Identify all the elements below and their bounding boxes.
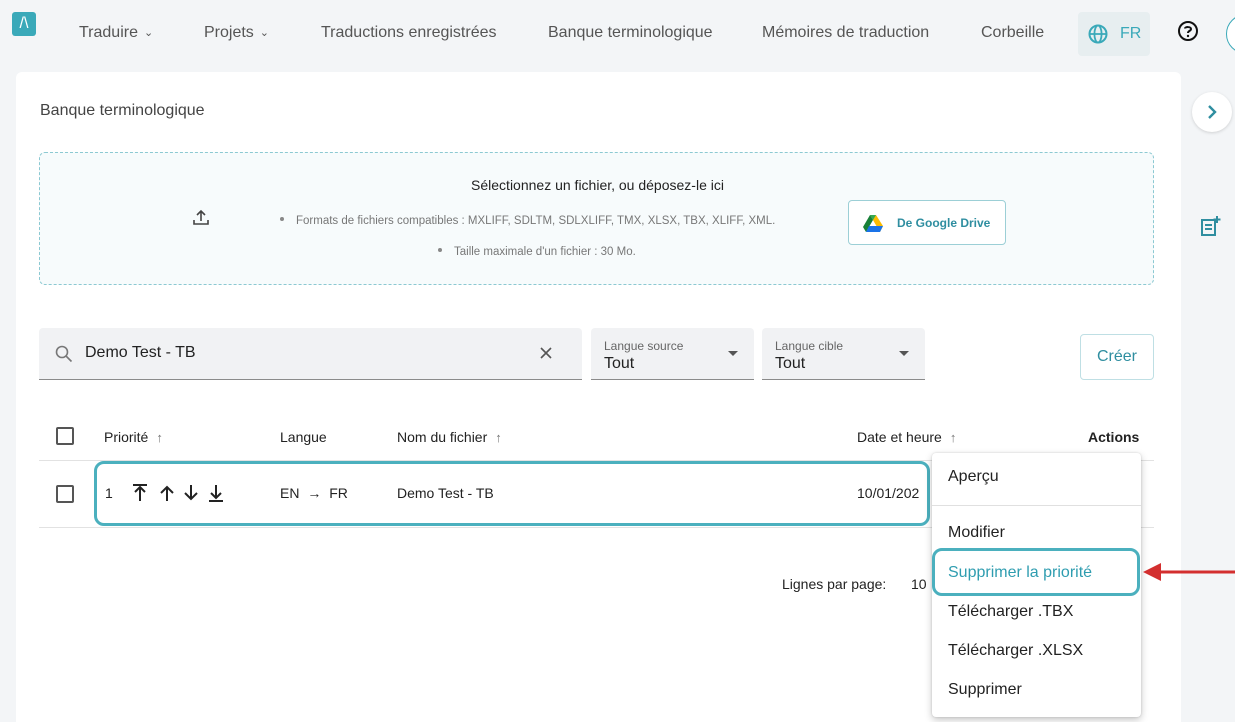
nav-item-corbeille[interactable]: Corbeille: [981, 24, 1044, 42]
expand-panel-button[interactable]: [1192, 92, 1232, 132]
upload-title: Sélectionnez un fichier, ou déposez-le i…: [471, 177, 724, 193]
nav-item-banque-terminologique[interactable]: Banque terminologique: [548, 24, 713, 42]
menu-item-supprimer-priorite[interactable]: Supprimer la priorité: [948, 564, 1092, 582]
search-input[interactable]: Demo Test - TB: [85, 344, 196, 362]
help-circle-icon[interactable]: [1177, 20, 1199, 42]
column-header-datetime[interactable]: Date et heure ↑: [857, 429, 956, 445]
create-button[interactable]: Créer: [1080, 334, 1154, 380]
sort-arrow-icon: ↑: [156, 430, 163, 445]
chevron-right-icon: [1208, 105, 1217, 119]
close-icon[interactable]: [539, 346, 553, 360]
google-drive-label: De Google Drive: [897, 216, 991, 230]
target-language-select[interactable]: Langue cible Tout: [762, 328, 925, 380]
source-language-select[interactable]: Langue source Tout: [591, 328, 754, 380]
nav-item-traductions-enregistrees[interactable]: Traductions enregistrées: [321, 24, 497, 42]
chevron-down-icon: ⌄: [259, 27, 270, 39]
column-header-priority[interactable]: Priorité ↑: [104, 429, 163, 445]
menu-item-apercu[interactable]: Aperçu: [948, 468, 999, 486]
add-note-icon[interactable]: [1200, 215, 1222, 237]
nav-item-memoires-de-traduction[interactable]: Mémoires de traduction: [762, 24, 929, 42]
google-drive-button[interactable]: De Google Drive: [848, 200, 1006, 245]
top-navigation: /\ Traduire ⌄ Projets ⌄ Traductions enregi…: [0, 0, 1235, 68]
sort-arrow-icon: ↑: [495, 430, 502, 445]
search-icon: [55, 345, 73, 363]
nav-item-projets[interactable]: Projets ⌄: [204, 24, 269, 42]
row-checkbox[interactable]: [56, 485, 74, 503]
divider: [932, 505, 1141, 506]
menu-item-supprimer[interactable]: Supprimer: [948, 681, 1022, 699]
upload-formats: Formats de fichiers compatibles : MXLIFF…: [280, 215, 775, 227]
target-language-value: Tout: [775, 355, 806, 372]
menu-item-telecharger-xlsx[interactable]: Télécharger .XLSX: [948, 642, 1083, 660]
breadcrumb: Banque terminologique: [40, 102, 205, 119]
dropdown-arrow-icon: [728, 351, 738, 356]
rows-per-page-select[interactable]: 10: [911, 576, 927, 592]
source-language-label: Langue source: [604, 339, 684, 353]
language-code: FR: [1120, 25, 1142, 42]
nav-item-traduire[interactable]: Traduire ⌄: [79, 24, 153, 42]
column-header-filename[interactable]: Nom du fichier ↑: [397, 429, 502, 445]
upload-max-size: Taille maximale d'un fichier : 30 Mo.: [438, 246, 636, 258]
upload-icon: [193, 209, 209, 225]
column-header-language: Langue: [280, 429, 327, 445]
chevron-down-icon: ⌄: [143, 27, 154, 39]
globe-icon: [1088, 24, 1108, 44]
source-language-value: Tout: [604, 355, 635, 372]
annotation-arrow-icon: [1143, 563, 1235, 581]
actions-menu: Aperçu Modifier Supprimer la priorité Té…: [932, 453, 1141, 717]
nav-item-label: Traduire: [79, 24, 138, 41]
target-language-label: Langue cible: [775, 339, 844, 353]
google-drive-icon: [863, 215, 883, 232]
column-header-actions: Actions: [1088, 429, 1140, 445]
menu-item-telecharger-tbx[interactable]: Télécharger .TBX: [948, 603, 1073, 621]
language-selector[interactable]: FR: [1078, 12, 1150, 56]
menu-item-modifier[interactable]: Modifier: [948, 524, 1005, 542]
file-drop-zone[interactable]: Sélectionnez un fichier, ou déposez-le i…: [39, 152, 1154, 285]
nav-item-label: Projets: [204, 24, 254, 41]
avatar[interactable]: [1226, 14, 1235, 54]
app-logo[interactable]: /\: [12, 12, 36, 36]
rows-per-page-label: Lignes par page:: [782, 576, 887, 592]
sort-arrow-icon: ↑: [949, 430, 957, 445]
dropdown-arrow-icon: [899, 351, 909, 356]
search-field[interactable]: Demo Test - TB: [39, 328, 582, 380]
select-all-checkbox[interactable]: [56, 427, 74, 445]
row-highlight-annotation: [94, 461, 930, 526]
